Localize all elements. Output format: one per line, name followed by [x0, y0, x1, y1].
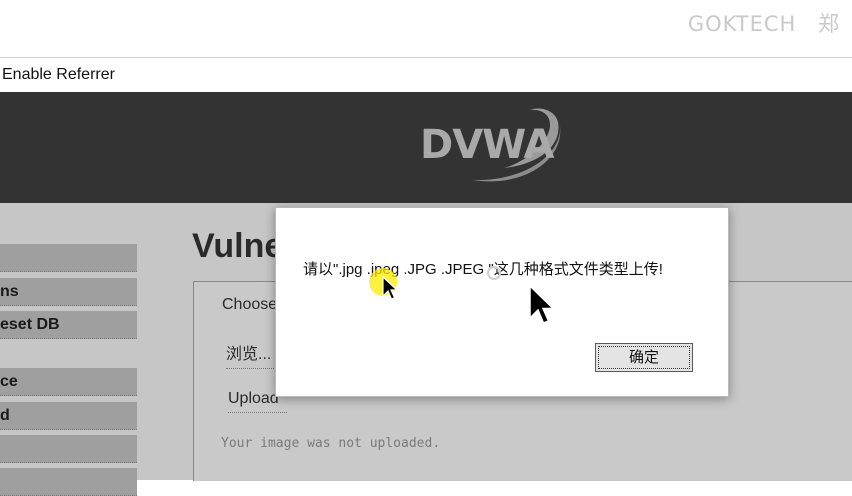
watermark: GOKTECH 郑	[688, 8, 840, 38]
sidebar-item[interactable]: eset DB	[0, 311, 137, 339]
dvwa-header: DVWA	[0, 92, 852, 203]
dvwa-logo: DVWA	[412, 104, 572, 188]
browser-top-bar: GOKTECH 郑	[0, 0, 852, 58]
upload-status: Your image was not uploaded.	[221, 436, 441, 451]
sidebar-item[interactable]	[0, 244, 137, 272]
sidebar-item[interactable]: ns	[0, 278, 137, 306]
watermark-text: GOKTECH	[687, 12, 797, 36]
watermark-suffix: 郑	[818, 12, 840, 36]
page-title: Vulne	[192, 227, 284, 265]
mouse-pointer-icon	[382, 276, 398, 300]
sidebar-item[interactable]: d	[0, 402, 137, 430]
sidebar-item[interactable]	[0, 435, 137, 463]
enable-referrer-toggle[interactable]: Enable Referrer	[2, 66, 115, 84]
logo-text: DVWA	[420, 122, 554, 168]
choose-label: Choose	[222, 296, 278, 313]
alert-dialog: 请以".jpg .jpeg .JPG .JPEG "这几种格式文件类型上传! 确…	[275, 207, 729, 397]
browse-button[interactable]: 浏览...	[226, 340, 276, 369]
sidebar-item[interactable]: ce	[0, 368, 137, 396]
loading-ring-icon	[487, 266, 501, 280]
sidebar-item[interactable]	[0, 468, 137, 496]
mouse-pointer-icon	[529, 284, 555, 324]
extension-toolbar: Enable Referrer	[0, 58, 852, 92]
ok-button[interactable]: 确定	[595, 343, 693, 372]
alert-message: 请以".jpg .jpeg .JPG .JPEG "这几种格式文件类型上传!	[303, 261, 663, 278]
